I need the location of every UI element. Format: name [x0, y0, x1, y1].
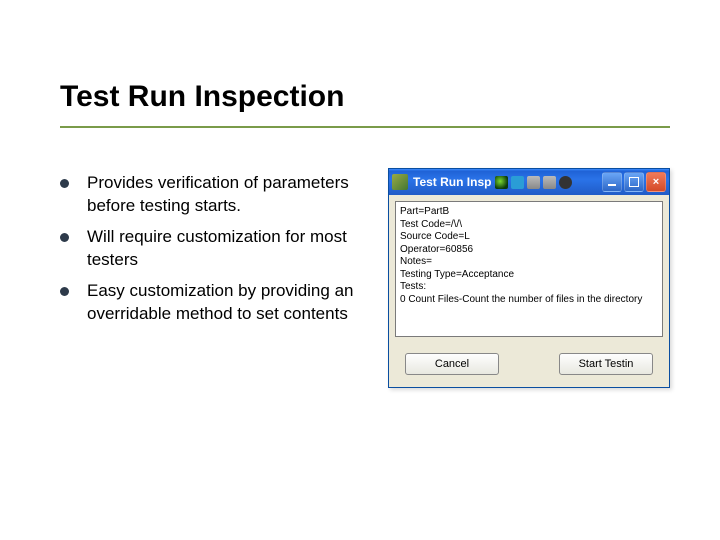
page-title: Test Run Inspection — [60, 80, 670, 128]
bullet-list: Provides verification of parameters befo… — [60, 168, 368, 388]
button-row: Cancel Start Testin — [395, 353, 663, 375]
text-line: Testing Type=Acceptance — [400, 269, 656, 282]
maximize-button[interactable] — [624, 172, 644, 192]
list-item: Provides verification of parameters befo… — [60, 172, 368, 218]
tray-icon — [559, 176, 572, 189]
tray-icon — [527, 176, 540, 189]
text-line: 0 Count Files-Count the number of files … — [400, 294, 656, 307]
window-body: Part=PartB Test Code=/\/\ Source Code=L … — [389, 195, 669, 387]
text-pane: Part=PartB Test Code=/\/\ Source Code=L … — [395, 201, 663, 337]
text-line: Part=PartB — [400, 206, 656, 219]
button-label: Start Testin — [579, 358, 634, 370]
bullet-icon — [60, 179, 69, 188]
text-line: Test Code=/\/\ — [400, 219, 656, 232]
tray-icon — [543, 176, 556, 189]
bullet-text: Easy customization by providing an overr… — [87, 280, 368, 326]
text-line: Source Code=L — [400, 231, 656, 244]
slide: Test Run Inspection Provides verificatio… — [0, 0, 720, 540]
tray-icon — [511, 176, 524, 189]
bullet-text: Provides verification of parameters befo… — [87, 172, 368, 218]
window-title: Test Run Insp — [413, 175, 491, 189]
tray-icons — [495, 176, 602, 189]
text-line: Tests: — [400, 281, 656, 294]
button-label: Cancel — [435, 358, 469, 370]
dialog-window: Test Run Insp × Part=PartB Test Co — [388, 168, 670, 388]
bullet-icon — [60, 233, 69, 242]
list-item: Easy customization by providing an overr… — [60, 280, 368, 326]
minimize-button[interactable] — [602, 172, 622, 192]
bullet-icon — [60, 287, 69, 296]
content-row: Provides verification of parameters befo… — [60, 168, 670, 388]
titlebar[interactable]: Test Run Insp × — [389, 169, 669, 195]
list-item: Will require customization for most test… — [60, 226, 368, 272]
tray-icon — [495, 176, 508, 189]
text-line: Operator=60856 — [400, 244, 656, 257]
window-controls: × — [602, 172, 666, 192]
start-button[interactable]: Start Testin — [559, 353, 653, 375]
close-button[interactable]: × — [646, 172, 666, 192]
text-line: Notes= — [400, 256, 656, 269]
cancel-button[interactable]: Cancel — [405, 353, 499, 375]
app-icon — [392, 174, 408, 190]
bullet-text: Will require customization for most test… — [87, 226, 368, 272]
